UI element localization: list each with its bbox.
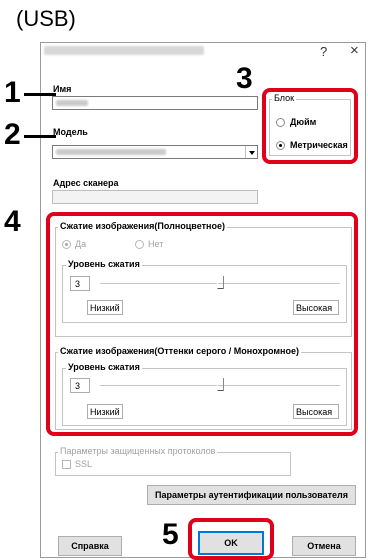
color-level-slider-thumb[interactable] xyxy=(217,276,224,289)
color-level-title: Уровень сжатия xyxy=(66,259,142,269)
callout-3: 3 xyxy=(236,62,253,95)
ok-button[interactable]: OK xyxy=(198,531,264,555)
close-title-button[interactable]: × xyxy=(350,42,359,59)
scanner-address-label: Адрес сканера xyxy=(53,178,119,188)
gray-compression-title: Сжатие изображения(Оттенки серого / Моно… xyxy=(58,346,301,356)
ssl-checkbox[interactable] xyxy=(62,460,71,469)
callout-4: 4 xyxy=(4,205,21,238)
gray-level-high-label: Высокая xyxy=(293,404,339,419)
unit-inch-radio[interactable] xyxy=(276,118,285,127)
name-label: Имя xyxy=(53,84,72,94)
unit-metric-label[interactable]: Метрическая xyxy=(290,140,348,150)
compression-no-label: Нет xyxy=(148,239,164,249)
dialog-title-blurred xyxy=(44,46,204,55)
compression-yes-label: Да xyxy=(75,239,87,249)
model-label: Модель xyxy=(53,127,88,137)
name-field[interactable] xyxy=(52,96,258,110)
caption-usb: (USB) xyxy=(16,6,76,31)
compression-yes-radio[interactable] xyxy=(62,240,71,249)
user-auth-button[interactable]: Параметры аутентификации пользователя xyxy=(147,485,356,505)
gray-level-title: Уровень сжатия xyxy=(66,362,142,372)
unit-metric-radio[interactable] xyxy=(276,141,285,150)
color-compression-title: Сжатие изображения(Полноцветное) xyxy=(58,221,227,231)
gray-level-value[interactable]: 3 xyxy=(70,378,90,393)
ssl-label: SSL xyxy=(75,459,93,469)
color-level-low-label: Низкий xyxy=(87,300,123,315)
color-level-value[interactable]: 3 xyxy=(70,276,90,291)
callout-1: 1 xyxy=(4,76,21,109)
cancel-button[interactable]: Отмена xyxy=(292,536,356,556)
callout-5: 5 xyxy=(162,518,179,551)
help-title-button[interactable]: ? xyxy=(320,44,327,59)
model-select[interactable] xyxy=(52,145,258,159)
callout-2: 2 xyxy=(4,118,21,151)
gray-level-slider-thumb[interactable] xyxy=(217,378,224,391)
compression-no-radio[interactable] xyxy=(135,240,144,249)
scanner-address-field xyxy=(52,190,258,204)
callout-2-line xyxy=(24,135,56,138)
secure-protocol-title: Параметры защищенных протоколов xyxy=(58,446,218,456)
help-button[interactable]: Справка xyxy=(58,536,122,556)
gray-level-low-label: Низкий xyxy=(87,404,123,419)
unit-group-title: Блок xyxy=(272,93,297,103)
color-level-high-label: Высокая xyxy=(293,300,339,315)
chevron-down-icon[interactable] xyxy=(245,146,257,158)
unit-inch-label[interactable]: Дюйм xyxy=(290,117,316,127)
